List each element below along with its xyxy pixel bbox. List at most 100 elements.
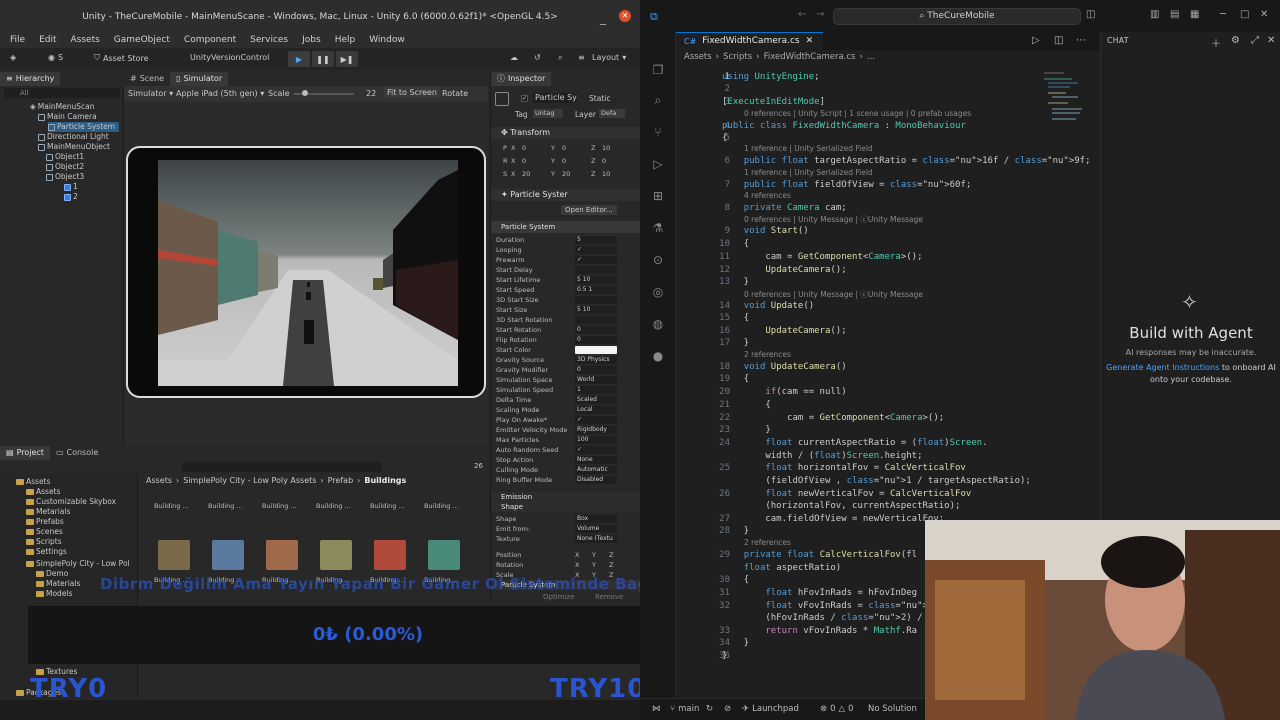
rot-z-field[interactable]: 0 [602,156,606,166]
code-line[interactable]: { [722,133,727,143]
panel-toggle-icon[interactable]: ▥ [1150,9,1159,20]
menu-gameobject[interactable]: GameObject [114,35,170,45]
pos-x-field[interactable]: 0 [522,143,526,153]
ps-property-value[interactable]: None [575,456,617,464]
game-view[interactable] [158,160,458,386]
forward-icon[interactable]: → [816,9,824,20]
extensions-icon[interactable]: ⊞ [650,188,666,204]
ps-property-value[interactable] [575,296,617,304]
shape-module-header[interactable]: Shape [491,502,640,512]
minimize-icon[interactable]: ─ [1220,9,1226,20]
layout-dropdown[interactable]: Layout ▾ [592,53,626,62]
close-icon[interactable]: ✕ [619,10,631,22]
remove-button[interactable]: Remove [595,593,623,601]
menu-jobs[interactable]: Jobs [302,35,321,45]
project-search-input[interactable] [182,462,382,472]
maximize-icon[interactable]: □ [1240,9,1249,20]
tab-project[interactable]: ▤ Project [0,446,50,460]
breadcrumb-item[interactable]: Assets [146,476,172,486]
ps-property-value[interactable]: 0 [575,326,617,334]
codelens-references[interactable]: 4 references [744,191,791,200]
hierarchy-item[interactable]: Object2 [46,162,84,172]
ps-property-value[interactable]: ✓ [575,246,617,254]
code-line[interactable]: float currentAspectRatio = (float)Screen… [722,438,987,448]
project-folder-item[interactable]: Assets [26,487,60,497]
ps-property-value[interactable] [575,346,617,354]
split-editor-icon[interactable]: ◫ [1054,35,1063,46]
code-line[interactable]: } [722,638,749,648]
secondary-sidebar-icon[interactable]: ▦ [1190,9,1199,20]
scale-y-field[interactable]: 20 [562,169,570,179]
remote-icon[interactable]: ⊙ [650,252,666,268]
tab-hierarchy[interactable]: ≡ Hierarchy [0,72,61,86]
code-line[interactable]: { [722,239,749,249]
code-line[interactable]: private Camera cam; [722,203,847,213]
copilot-icon[interactable]: ◍ [650,316,666,332]
code-line[interactable]: [ExecuteInEditMode] [722,97,825,107]
breadcrumb-item[interactable]: ... [867,52,875,64]
project-folder-item[interactable]: Customizable Skybox [26,497,116,507]
code-line[interactable]: } [722,425,770,435]
shape-property-value[interactable]: Volume [575,525,617,533]
scale-x-field[interactable]: 20 [522,169,530,179]
close-tab-icon[interactable]: ✕ [806,33,814,50]
ps-property-value[interactable]: 5 10 [575,306,617,314]
hierarchy-item-selected[interactable]: Particle System [48,122,120,132]
rot-y-field[interactable]: 0 [562,156,566,166]
object-name-field[interactable]: Particle Sy [533,93,577,103]
more-actions-icon[interactable]: ⋯ [1076,35,1086,46]
static-toggle[interactable]: Static [589,94,610,103]
cloud-icon[interactable]: ☁ [510,53,518,62]
menu-edit[interactable]: Edit [39,35,56,45]
code-line[interactable]: void UpdateCamera() [722,362,847,372]
codelens-references[interactable]: 0 references | Unity Message | ⓒUnity Me… [744,289,923,300]
history-icon[interactable]: ↺ [534,53,541,62]
branch-indicator[interactable]: ⑂ main [670,704,699,714]
code-line[interactable]: private float CalcVerticalFov(fl [722,550,917,560]
menu-file[interactable]: File [10,35,25,45]
ps-property-value[interactable]: 0 [575,336,617,344]
axis-field[interactable]: X [575,560,579,570]
generate-instructions-link[interactable]: Generate Agent Instructions [1106,363,1219,372]
project-folder-item[interactable]: Scripts [26,537,62,547]
ps-property-value[interactable]: 5 10 [575,276,617,284]
source-control-icon[interactable]: ⑂ [650,124,666,140]
new-chat-icon[interactable]: ＋ [1211,35,1221,50]
ps-property-value[interactable]: 0.5 1 [575,286,617,294]
active-checkbox[interactable]: ✓ [521,95,528,102]
search-icon[interactable]: ⌕ [558,53,562,63]
hierarchy-item[interactable]: Object1 [46,152,84,162]
ps-property-value[interactable]: ✓ [575,256,617,264]
ps-property-value[interactable]: Scaled [575,396,617,404]
axis-field[interactable]: Z [609,560,613,570]
optimize-button[interactable]: Optimize [543,593,574,601]
pos-z-field[interactable]: 10 [602,143,610,153]
solution-indicator[interactable]: No Solution [868,704,917,714]
project-folder-item[interactable]: Demo [36,569,68,579]
fit-to-screen-button[interactable]: Fit to Screen [384,87,440,98]
codelens-references[interactable]: 0 references | Unity Script | 1 scene us… [744,109,971,118]
breadcrumb-item[interactable]: Assets [684,52,712,64]
maximize-panel-icon[interactable]: ⤢ [1251,35,1259,46]
problems-indicator[interactable]: ⊗ 0 △ 0 [820,704,854,714]
ps-property-value[interactable]: Automatic [575,466,617,474]
ps-property-value[interactable]: 0 [575,366,617,374]
back-icon[interactable]: ← [798,9,806,20]
command-center-search[interactable]: ⌕ TheCureMobile [833,8,1081,25]
shape-property-value[interactable]: None (Textu [575,535,617,543]
layers-icon[interactable]: ≡ [578,53,585,62]
tab-console[interactable]: ▭ Console [50,446,104,460]
project-folder-item[interactable]: Assets [16,477,50,487]
code-line[interactable]: { [722,400,770,410]
docker-icon[interactable]: ◎ [650,284,666,300]
tab-fixedwidthcamera[interactable]: C# FixedWidthCamera.cs ✕ [676,32,824,50]
ps-property-value[interactable]: Local [575,406,617,414]
code-line[interactable]: cam = GetComponent<Camera>(); [722,252,922,262]
code-line[interactable]: (fieldOfView , class="nu">1 / targetAspe… [722,476,1031,486]
scale-slider-handle[interactable] [302,90,308,96]
ps-property-value[interactable]: World [575,376,617,384]
code-line[interactable]: cam = GetComponent<Camera>(); [722,413,944,423]
tab-scene[interactable]: # Scene [124,72,170,86]
axis-field[interactable]: Y [592,550,596,560]
project-folder-item[interactable]: Models [36,589,72,599]
